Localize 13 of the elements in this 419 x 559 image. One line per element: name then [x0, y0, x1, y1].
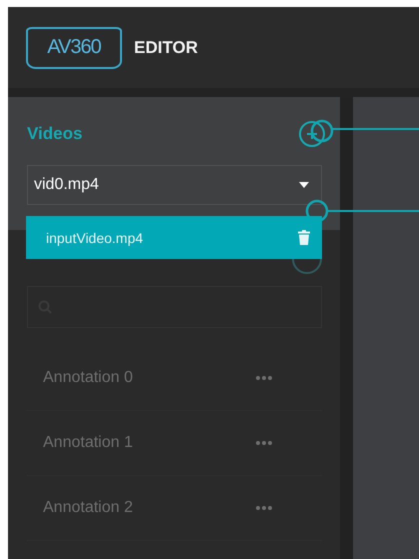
annotation-label[interactable]: Annotation 2 — [43, 499, 133, 517]
more-icon[interactable] — [256, 441, 272, 445]
more-icon[interactable] — [256, 506, 272, 510]
annotation-label[interactable]: Annotation 0 — [43, 369, 133, 387]
app-title: EDITOR — [134, 38, 198, 58]
panel-title: Videos — [27, 124, 82, 144]
video-dropdown[interactable]: vid0.mp4 — [27, 165, 322, 205]
logo: AV360 — [26, 26, 122, 68]
dropdown-option[interactable]: inputVideo.mp4 — [26, 216, 322, 259]
annotation-label[interactable]: Annotation 1 — [43, 434, 133, 452]
more-icon[interactable] — [256, 376, 272, 380]
caret-icon — [299, 182, 309, 188]
trash-icon[interactable] — [298, 230, 310, 245]
